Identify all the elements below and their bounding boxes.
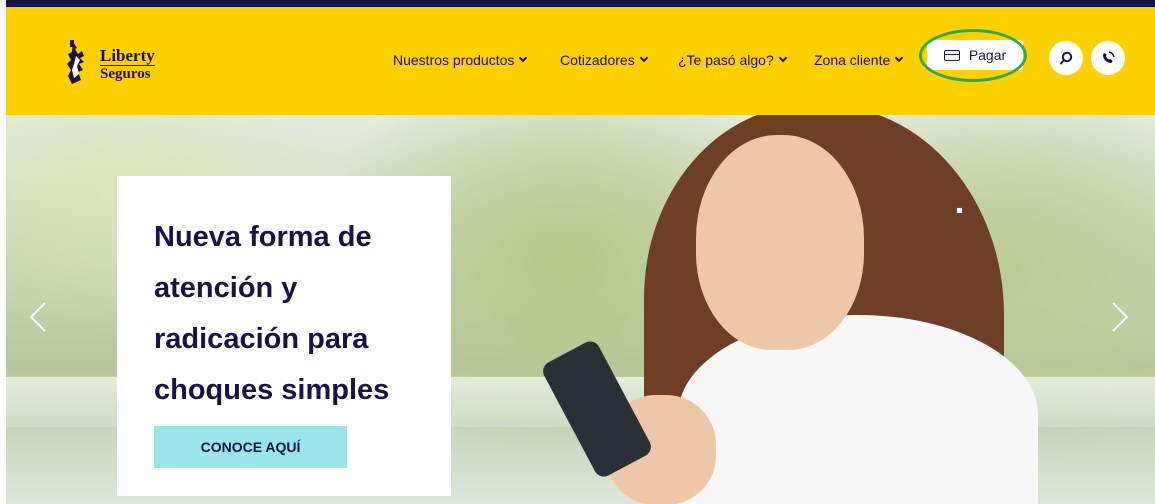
chevron-left-icon: [29, 302, 46, 332]
credit-card-icon: [943, 49, 960, 61]
nav-item-label: Cotizadores: [560, 52, 635, 68]
search-button[interactable]: [1049, 41, 1083, 75]
small-window-icon: [956, 207, 963, 214]
carousel-next-button[interactable]: [1110, 301, 1130, 333]
phone-icon: [1103, 51, 1115, 63]
search-icon: [1060, 51, 1073, 65]
top-dark-bar: [0, 0, 1155, 7]
brand-wordmark: Liberty Seguros: [100, 46, 155, 82]
chevron-down-icon: [778, 53, 787, 63]
chevron-down-icon: [639, 53, 648, 63]
nav-item-cotizadores[interactable]: Cotizadores: [560, 52, 648, 68]
chevron-right-icon: [1112, 302, 1129, 332]
promo-title: Nueva forma de atención y radicación par…: [154, 221, 390, 406]
pay-button-label: Pagar: [968, 47, 1007, 63]
pay-button[interactable]: Pagar: [927, 40, 1023, 70]
contact-button[interactable]: [1091, 41, 1125, 75]
nav-item-label: ¿Te pasó algo?: [678, 52, 774, 68]
chevron-down-icon: [895, 53, 904, 63]
brand-line-2: Seguros: [100, 66, 151, 82]
statue-of-liberty-logo-icon: [67, 40, 84, 84]
nav-item-label: Nuestros productos: [393, 52, 515, 68]
conoce-aqui-button[interactable]: CONOCE AQUÍ: [154, 426, 347, 468]
nav-item-label: Zona cliente: [814, 52, 891, 68]
chevron-down-icon: [519, 53, 528, 63]
nav-item-te-paso-algo[interactable]: ¿Te pasó algo?: [678, 52, 787, 68]
promo-card: Nueva forma de atención y radicación par…: [117, 176, 451, 496]
brand-line-1: Liberty: [100, 46, 155, 66]
carousel-prev-button[interactable]: [28, 301, 48, 333]
hero-photo-shirt: [678, 315, 1038, 504]
nav-item-productos[interactable]: Nuestros productos: [393, 52, 528, 68]
nav-item-zona-cliente[interactable]: Zona cliente: [814, 52, 904, 68]
brand-logo[interactable]: Liberty Seguros: [64, 37, 174, 93]
left-edge-strip: [0, 0, 6, 504]
hero-photo-face: [696, 135, 864, 350]
